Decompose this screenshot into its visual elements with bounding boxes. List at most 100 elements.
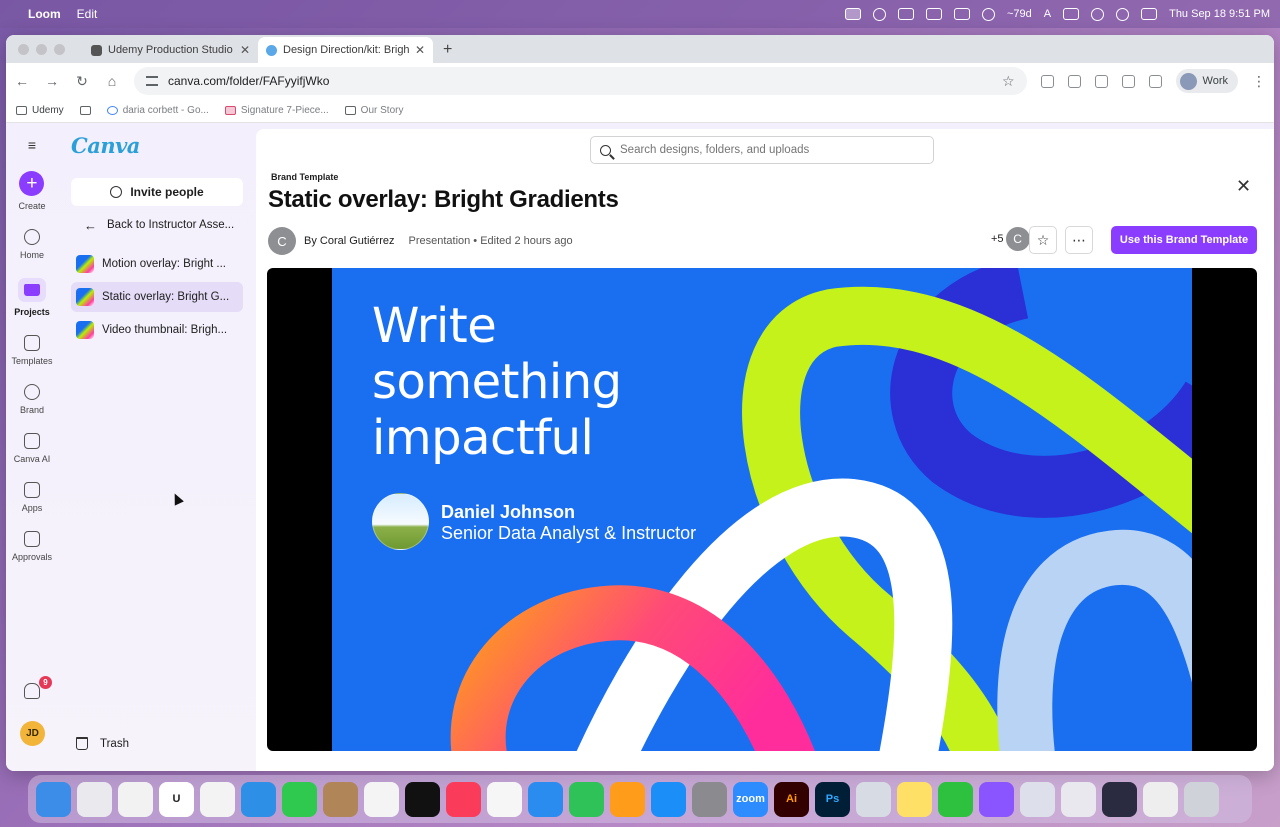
dock-document-icon[interactable]: [1020, 781, 1055, 817]
search-bar[interactable]: [590, 136, 934, 164]
design-item-static-overlay[interactable]: Static overlay: Bright G...: [71, 282, 243, 312]
bookmark-udemy[interactable]: Udemy: [16, 105, 64, 116]
battery-estimate[interactable]: ~79d: [1007, 8, 1032, 20]
rail-create[interactable]: + Create: [18, 171, 46, 211]
gear-status-icon[interactable]: [925, 8, 942, 20]
trash-icon[interactable]: [1184, 781, 1219, 817]
new-tab-button[interactable]: +: [433, 41, 462, 63]
bookmark-our-story[interactable]: Our Story: [344, 105, 403, 116]
reload-icon[interactable]: ↻: [74, 73, 90, 90]
menubar-item-edit[interactable]: Edit: [77, 7, 98, 21]
photoshop-icon[interactable]: Ps: [815, 781, 850, 817]
template-preview[interactable]: Write something impactful Daniel Johnson…: [267, 268, 1257, 751]
use-brand-template-button[interactable]: Use this Brand Template: [1111, 226, 1257, 254]
canva-logo[interactable]: Canva: [71, 133, 140, 158]
numbers-icon[interactable]: [569, 781, 604, 817]
notes-icon[interactable]: [897, 781, 932, 817]
trash-link[interactable]: Trash: [76, 737, 129, 750]
side-panel-icon[interactable]: [1148, 74, 1162, 88]
control-center-icon[interactable]: [1141, 8, 1158, 20]
author-avatar[interactable]: C: [268, 227, 296, 255]
extension-icon[interactable]: [1040, 74, 1054, 88]
bookmark-signature[interactable]: Signature 7-Piece...: [224, 105, 329, 116]
site-info-icon[interactable]: [146, 76, 158, 86]
close-tab-icon[interactable]: ✕: [415, 43, 425, 57]
dock-chrome-window-icon[interactable]: [1061, 781, 1096, 817]
screen-record-icon[interactable]: [844, 8, 861, 20]
user-avatar[interactable]: JD: [20, 721, 45, 746]
menubar-clock[interactable]: Thu Sep 18 9:51 PM: [1169, 8, 1270, 20]
input-source-indicator[interactable]: A: [1044, 8, 1051, 20]
address-url[interactable]: canva.com/folder/FAFyyifjWko: [168, 74, 329, 88]
rail-templates[interactable]: Templates: [11, 335, 53, 366]
forward-arrow-icon[interactable]: →: [44, 73, 60, 89]
dock-downloads-icon[interactable]: [1143, 781, 1178, 817]
bell-icon[interactable]: [24, 683, 40, 699]
zoom-app-icon[interactable]: zoom: [733, 781, 768, 817]
rail-approvals[interactable]: Approvals: [12, 531, 52, 562]
news-icon[interactable]: [487, 781, 522, 817]
green-app-icon[interactable]: [938, 781, 973, 817]
finder-icon[interactable]: [36, 781, 71, 817]
design-item-motion-overlay[interactable]: Motion overlay: Bright ...: [71, 249, 243, 279]
preview-app-icon[interactable]: [856, 781, 891, 817]
perplexity-icon[interactable]: [979, 781, 1014, 817]
launchpad-icon[interactable]: [77, 781, 112, 817]
collaborators[interactable]: +5 C: [991, 227, 1030, 251]
sync-icon[interactable]: [872, 7, 886, 21]
rail-home[interactable]: Home: [20, 229, 44, 260]
close-tab-icon[interactable]: ✕: [240, 43, 250, 57]
music-icon[interactable]: [446, 781, 481, 817]
rail-projects[interactable]: Projects: [14, 278, 50, 317]
system-settings-icon[interactable]: [692, 781, 727, 817]
minimize-window-button[interactable]: [36, 43, 47, 55]
app-store-icon[interactable]: [651, 781, 686, 817]
invite-people-button[interactable]: Invite people: [71, 178, 243, 206]
extension-icon[interactable]: [1094, 74, 1108, 88]
rail-brand[interactable]: Brand: [20, 384, 44, 415]
stack-icon[interactable]: [953, 8, 970, 20]
apple-tv-icon[interactable]: [405, 781, 440, 817]
battery-icon[interactable]: [1063, 8, 1080, 20]
back-to-folder-link[interactable]: ← Back to Instructor Asse...: [84, 219, 244, 232]
bookmark-apps[interactable]: [79, 106, 91, 115]
star-button[interactable]: ☆: [1029, 226, 1057, 254]
extension-icon[interactable]: [1067, 74, 1081, 88]
rail-apps[interactable]: Apps: [22, 482, 42, 513]
back-arrow-icon[interactable]: ←: [14, 73, 30, 89]
tab-udemy[interactable]: Udemy Production Studio | Tr ✕: [83, 37, 258, 63]
keynote-icon[interactable]: [528, 781, 563, 817]
facetime-icon[interactable]: [282, 781, 317, 817]
safari-icon[interactable]: [241, 781, 276, 817]
contacts-icon[interactable]: [323, 781, 358, 817]
creative-cloud-icon[interactable]: [981, 7, 995, 21]
zoom-status-icon[interactable]: [897, 8, 914, 20]
bookmark-google-doc[interactable]: daria corbett - Go...: [106, 105, 209, 116]
browser-menu-icon[interactable]: ⋮: [1252, 73, 1266, 90]
chrome-icon[interactable]: [200, 781, 235, 817]
slack-icon[interactable]: [118, 781, 153, 817]
profile-button[interactable]: Work: [1175, 69, 1238, 93]
illustrator-icon[interactable]: Ai: [774, 781, 809, 817]
close-icon[interactable]: ✕: [1236, 177, 1251, 195]
close-window-button[interactable]: [18, 43, 29, 55]
dock-window-thumbnail-icon[interactable]: [1102, 781, 1137, 817]
pages-icon[interactable]: [610, 781, 645, 817]
rail-canva-ai[interactable]: Canva AI: [14, 433, 50, 464]
spotlight-search-icon[interactable]: [1116, 7, 1130, 21]
author-name: By Coral Gutiérrez: [304, 235, 395, 247]
menubar-app-name[interactable]: Loom: [28, 7, 61, 21]
address-bar[interactable]: canva.com/folder/FAFyyifjWko ☆: [134, 67, 1027, 95]
tab-canva[interactable]: Design Direction/kit: Bright G ✕: [258, 37, 433, 63]
home-icon[interactable]: ⌂: [104, 73, 120, 89]
udemy-app-icon[interactable]: U: [159, 781, 194, 817]
more-options-button[interactable]: ⋯: [1065, 226, 1093, 254]
collapse-sidebar-icon[interactable]: ≡: [28, 137, 36, 153]
zoom-window-button[interactable]: [54, 43, 65, 55]
design-item-video-thumbnail[interactable]: Video thumbnail: Brigh...: [71, 315, 243, 345]
extensions-puzzle-icon[interactable]: [1121, 74, 1135, 88]
wifi-icon[interactable]: [1091, 7, 1105, 21]
bookmark-star-icon[interactable]: ☆: [1002, 73, 1015, 90]
search-input[interactable]: [620, 144, 924, 156]
freeform-icon[interactable]: [364, 781, 399, 817]
